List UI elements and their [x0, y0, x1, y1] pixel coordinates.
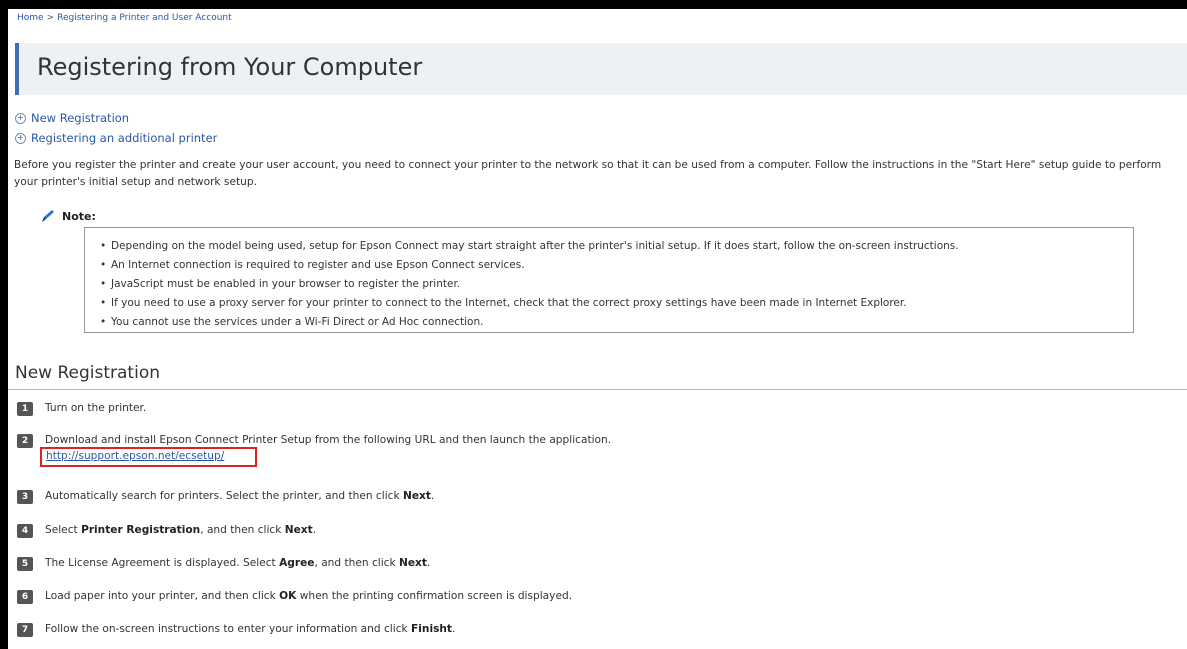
setup-url-link[interactable]: http://support.epson.net/ecsetup/: [46, 450, 224, 462]
step-text: Turn on the printer.: [45, 402, 147, 414]
note-item: If you need to use a proxy server for yo…: [100, 294, 959, 313]
note-list: Depending on the model being used, setup…: [85, 237, 959, 332]
toc-link-additional-printer[interactable]: + Registering an additional printer: [15, 131, 217, 145]
step-number-badge: 5: [17, 557, 33, 571]
expand-circle-icon: +: [15, 132, 26, 144]
step-number-badge: 1: [17, 402, 33, 416]
step-7: 7 Follow the on-screen instructions to e…: [17, 623, 455, 637]
intro-paragraph: Before you register the printer and crea…: [14, 159, 1162, 188]
breadcrumb-current-link[interactable]: Registering a Printer and User Account: [57, 13, 232, 23]
step-number-badge: 3: [17, 490, 33, 504]
step-number-badge: 4: [17, 524, 33, 538]
toc-link-label: New Registration: [31, 111, 130, 125]
step-3: 3 Automatically search for printers. Sel…: [17, 490, 434, 504]
toc-link-label: Registering an additional printer: [31, 131, 218, 145]
step-text: Load paper into your printer, and then c…: [45, 590, 573, 602]
step-2: 2 Download and install Epson Connect Pri…: [17, 434, 611, 448]
step-text: Download and install Epson Connect Print…: [45, 434, 612, 446]
toc-link-new-registration[interactable]: + New Registration: [15, 111, 129, 125]
section-divider: [8, 389, 1187, 390]
step-text: Automatically search for printers. Selec…: [45, 490, 435, 502]
step-text: Select Printer Registration, and then cl…: [45, 524, 317, 536]
step-number-badge: 7: [17, 623, 33, 637]
step-1: 1 Turn on the printer.: [17, 402, 146, 416]
note-label: Note:: [62, 209, 96, 223]
page-frame: Home > Registering a Printer and User Acco…: [8, 9, 1187, 649]
section-title: New Registration: [15, 363, 160, 383]
breadcrumb: Home > Registering a Printer and User Acco…: [17, 13, 232, 23]
breadcrumb-home-link[interactable]: Home: [17, 13, 44, 23]
step-6: 6 Load paper into your printer, and then…: [17, 590, 572, 604]
step-text: Follow the on-screen instructions to ent…: [45, 623, 456, 635]
note-item: Depending on the model being used, setup…: [100, 237, 959, 256]
step-number-badge: 2: [17, 434, 33, 448]
note-item: An Internet connection is required to re…: [100, 256, 959, 275]
note-heading: Note:: [40, 209, 96, 223]
page-title: Registering from Your Computer: [37, 53, 423, 81]
note-box: Depending on the model being used, setup…: [84, 227, 1134, 333]
step-text: The License Agreement is displayed. Sele…: [45, 557, 431, 569]
note-item: JavaScript must be enabled in your brows…: [100, 275, 959, 294]
step-5: 5 The License Agreement is displayed. Se…: [17, 557, 430, 571]
note-item: You cannot use the services under a Wi-F…: [100, 313, 959, 332]
step-number-badge: 6: [17, 590, 33, 604]
expand-circle-icon: +: [15, 112, 26, 124]
title-bar: Registering from Your Computer: [15, 43, 1187, 95]
pencil-icon: [42, 210, 54, 222]
step-4: 4 Select Printer Registration, and then …: [17, 524, 316, 538]
